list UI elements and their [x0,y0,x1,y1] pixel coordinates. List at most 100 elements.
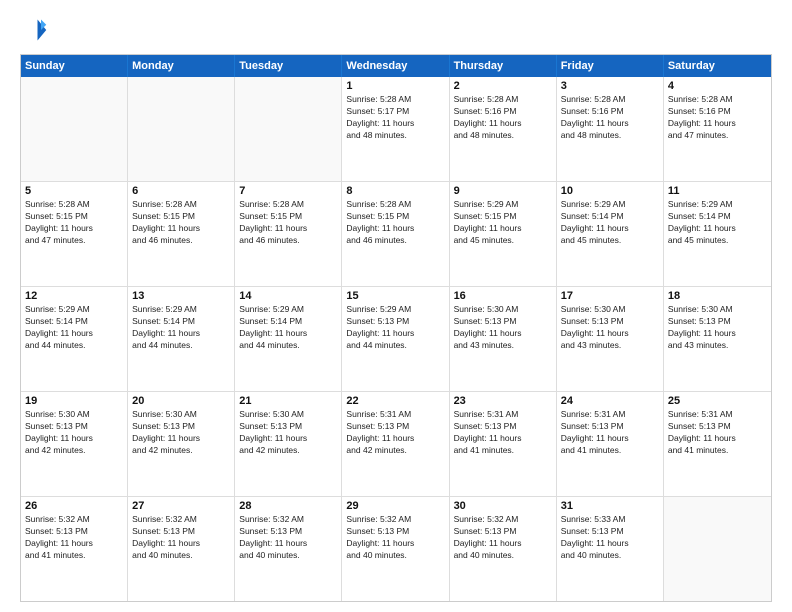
logo [20,16,52,44]
day-info: Sunrise: 5:31 AM Sunset: 5:13 PM Dayligh… [668,409,767,457]
day-info: Sunrise: 5:28 AM Sunset: 5:17 PM Dayligh… [346,94,444,142]
day-cell-23: 23 Sunrise: 5:31 AM Sunset: 5:13 PM Dayli… [450,392,557,496]
empty-cell [128,77,235,181]
week-row-2: 5Sunrise: 5:28 AM Sunset: 5:15 PM Daylig… [21,182,771,287]
day-of-week-wednesday: Wednesday [342,55,449,77]
day-cell-19: 19 Sunrise: 5:30 AM Sunset: 5:13 PM Dayli… [21,392,128,496]
day-number: 14 [239,290,337,302]
day-cell-30: 30 Sunrise: 5:32 AM Sunset: 5:13 PM Dayli… [450,497,557,601]
empty-cell [235,77,342,181]
day-info: Sunrise: 5:30 AM Sunset: 5:13 PM Dayligh… [561,304,659,352]
day-info: Sunrise: 5:32 AM Sunset: 5:13 PM Dayligh… [346,514,444,562]
day-info: Sunrise: 5:31 AM Sunset: 5:13 PM Dayligh… [454,409,552,457]
day-of-week-saturday: Saturday [664,55,771,77]
day-of-week-thursday: Thursday [450,55,557,77]
day-number: 16 [454,290,552,302]
day-info: Sunrise: 5:30 AM Sunset: 5:13 PM Dayligh… [132,409,230,457]
calendar-body: 1 Sunrise: 5:28 AM Sunset: 5:17 PM Daylig… [21,77,771,601]
day-number: 9 [454,185,552,197]
day-cell-28: 28Sunrise: 5:32 AM Sunset: 5:13 PM Dayli… [235,497,342,601]
day-number: 1 [346,80,444,92]
day-cell-5: 5Sunrise: 5:28 AM Sunset: 5:15 PM Daylig… [21,182,128,286]
day-info: Sunrise: 5:29 AM Sunset: 5:15 PM Dayligh… [454,199,552,247]
day-cell-20: 20 Sunrise: 5:30 AM Sunset: 5:13 PM Dayli… [128,392,235,496]
day-info: Sunrise: 5:32 AM Sunset: 5:13 PM Dayligh… [454,514,552,562]
day-number: 17 [561,290,659,302]
day-cell-11: 11 Sunrise: 5:29 AM Sunset: 5:14 PM Dayli… [664,182,771,286]
day-number: 18 [668,290,767,302]
day-number: 29 [346,500,444,512]
day-number: 6 [132,185,230,197]
day-cell-22: 22 Sunrise: 5:31 AM Sunset: 5:13 PM Dayli… [342,392,449,496]
day-info: Sunrise: 5:29 AM Sunset: 5:14 PM Dayligh… [561,199,659,247]
empty-cell [21,77,128,181]
day-of-week-monday: Monday [128,55,235,77]
day-cell-3: 3Sunrise: 5:28 AM Sunset: 5:16 PM Daylig… [557,77,664,181]
day-cell-24: 24 Sunrise: 5:31 AM Sunset: 5:13 PM Dayli… [557,392,664,496]
day-number: 21 [239,395,337,407]
day-cell-13: 13Sunrise: 5:29 AM Sunset: 5:14 PM Dayli… [128,287,235,391]
day-info: Sunrise: 5:28 AM Sunset: 5:15 PM Dayligh… [346,199,444,247]
day-info: Sunrise: 5:29 AM Sunset: 5:14 PM Dayligh… [25,304,123,352]
day-number: 20 [132,395,230,407]
week-row-4: 19 Sunrise: 5:30 AM Sunset: 5:13 PM Dayli… [21,392,771,497]
day-number: 2 [454,80,552,92]
day-info: Sunrise: 5:28 AM Sunset: 5:16 PM Dayligh… [668,94,767,142]
day-info: Sunrise: 5:29 AM Sunset: 5:14 PM Dayligh… [239,304,337,352]
header [20,16,772,44]
day-info: Sunrise: 5:30 AM Sunset: 5:13 PM Dayligh… [25,409,123,457]
day-number: 23 [454,395,552,407]
day-info: Sunrise: 5:33 AM Sunset: 5:13 PM Dayligh… [561,514,659,562]
day-info: Sunrise: 5:28 AM Sunset: 5:15 PM Dayligh… [132,199,230,247]
day-cell-2: 2 Sunrise: 5:28 AM Sunset: 5:16 PM Daylig… [450,77,557,181]
day-cell-1: 1 Sunrise: 5:28 AM Sunset: 5:17 PM Daylig… [342,77,449,181]
day-cell-25: 25 Sunrise: 5:31 AM Sunset: 5:13 PM Dayli… [664,392,771,496]
day-cell-6: 6 Sunrise: 5:28 AM Sunset: 5:15 PM Daylig… [128,182,235,286]
day-number: 11 [668,185,767,197]
day-number: 24 [561,395,659,407]
day-number: 15 [346,290,444,302]
day-info: Sunrise: 5:32 AM Sunset: 5:13 PM Dayligh… [25,514,123,562]
day-number: 10 [561,185,659,197]
day-number: 22 [346,395,444,407]
day-info: Sunrise: 5:31 AM Sunset: 5:13 PM Dayligh… [346,409,444,457]
logo-icon [20,16,48,44]
day-number: 30 [454,500,552,512]
empty-cell [664,497,771,601]
day-of-week-friday: Friday [557,55,664,77]
day-cell-12: 12Sunrise: 5:29 AM Sunset: 5:14 PM Dayli… [21,287,128,391]
day-number: 26 [25,500,123,512]
week-row-5: 26 Sunrise: 5:32 AM Sunset: 5:13 PM Dayli… [21,497,771,601]
day-of-week-sunday: Sunday [21,55,128,77]
calendar-header: SundayMondayTuesdayWednesdayThursdayFrid… [21,55,771,77]
week-row-1: 1 Sunrise: 5:28 AM Sunset: 5:17 PM Daylig… [21,77,771,182]
day-info: Sunrise: 5:28 AM Sunset: 5:16 PM Dayligh… [454,94,552,142]
day-info: Sunrise: 5:31 AM Sunset: 5:13 PM Dayligh… [561,409,659,457]
day-cell-14: 14 Sunrise: 5:29 AM Sunset: 5:14 PM Dayli… [235,287,342,391]
day-number: 28 [239,500,337,512]
page: SundayMondayTuesdayWednesdayThursdayFrid… [0,0,792,612]
day-number: 13 [132,290,230,302]
day-info: Sunrise: 5:28 AM Sunset: 5:16 PM Dayligh… [561,94,659,142]
day-info: Sunrise: 5:28 AM Sunset: 5:15 PM Dayligh… [25,199,123,247]
day-cell-8: 8Sunrise: 5:28 AM Sunset: 5:15 PM Daylig… [342,182,449,286]
day-cell-4: 4Sunrise: 5:28 AM Sunset: 5:16 PM Daylig… [664,77,771,181]
day-cell-7: 7 Sunrise: 5:28 AM Sunset: 5:15 PM Daylig… [235,182,342,286]
day-info: Sunrise: 5:30 AM Sunset: 5:13 PM Dayligh… [668,304,767,352]
day-cell-31: 31 Sunrise: 5:33 AM Sunset: 5:13 PM Dayli… [557,497,664,601]
day-cell-26: 26 Sunrise: 5:32 AM Sunset: 5:13 PM Dayli… [21,497,128,601]
day-info: Sunrise: 5:32 AM Sunset: 5:13 PM Dayligh… [132,514,230,562]
day-number: 19 [25,395,123,407]
day-cell-29: 29 Sunrise: 5:32 AM Sunset: 5:13 PM Dayli… [342,497,449,601]
day-number: 25 [668,395,767,407]
day-info: Sunrise: 5:28 AM Sunset: 5:15 PM Dayligh… [239,199,337,247]
day-info: Sunrise: 5:29 AM Sunset: 5:14 PM Dayligh… [668,199,767,247]
day-info: Sunrise: 5:29 AM Sunset: 5:13 PM Dayligh… [346,304,444,352]
day-cell-21: 21 Sunrise: 5:30 AM Sunset: 5:13 PM Dayli… [235,392,342,496]
day-info: Sunrise: 5:30 AM Sunset: 5:13 PM Dayligh… [239,409,337,457]
day-number: 31 [561,500,659,512]
day-cell-17: 17 Sunrise: 5:30 AM Sunset: 5:13 PM Dayli… [557,287,664,391]
day-cell-16: 16Sunrise: 5:30 AM Sunset: 5:13 PM Dayli… [450,287,557,391]
day-number: 7 [239,185,337,197]
day-cell-9: 9 Sunrise: 5:29 AM Sunset: 5:15 PM Daylig… [450,182,557,286]
